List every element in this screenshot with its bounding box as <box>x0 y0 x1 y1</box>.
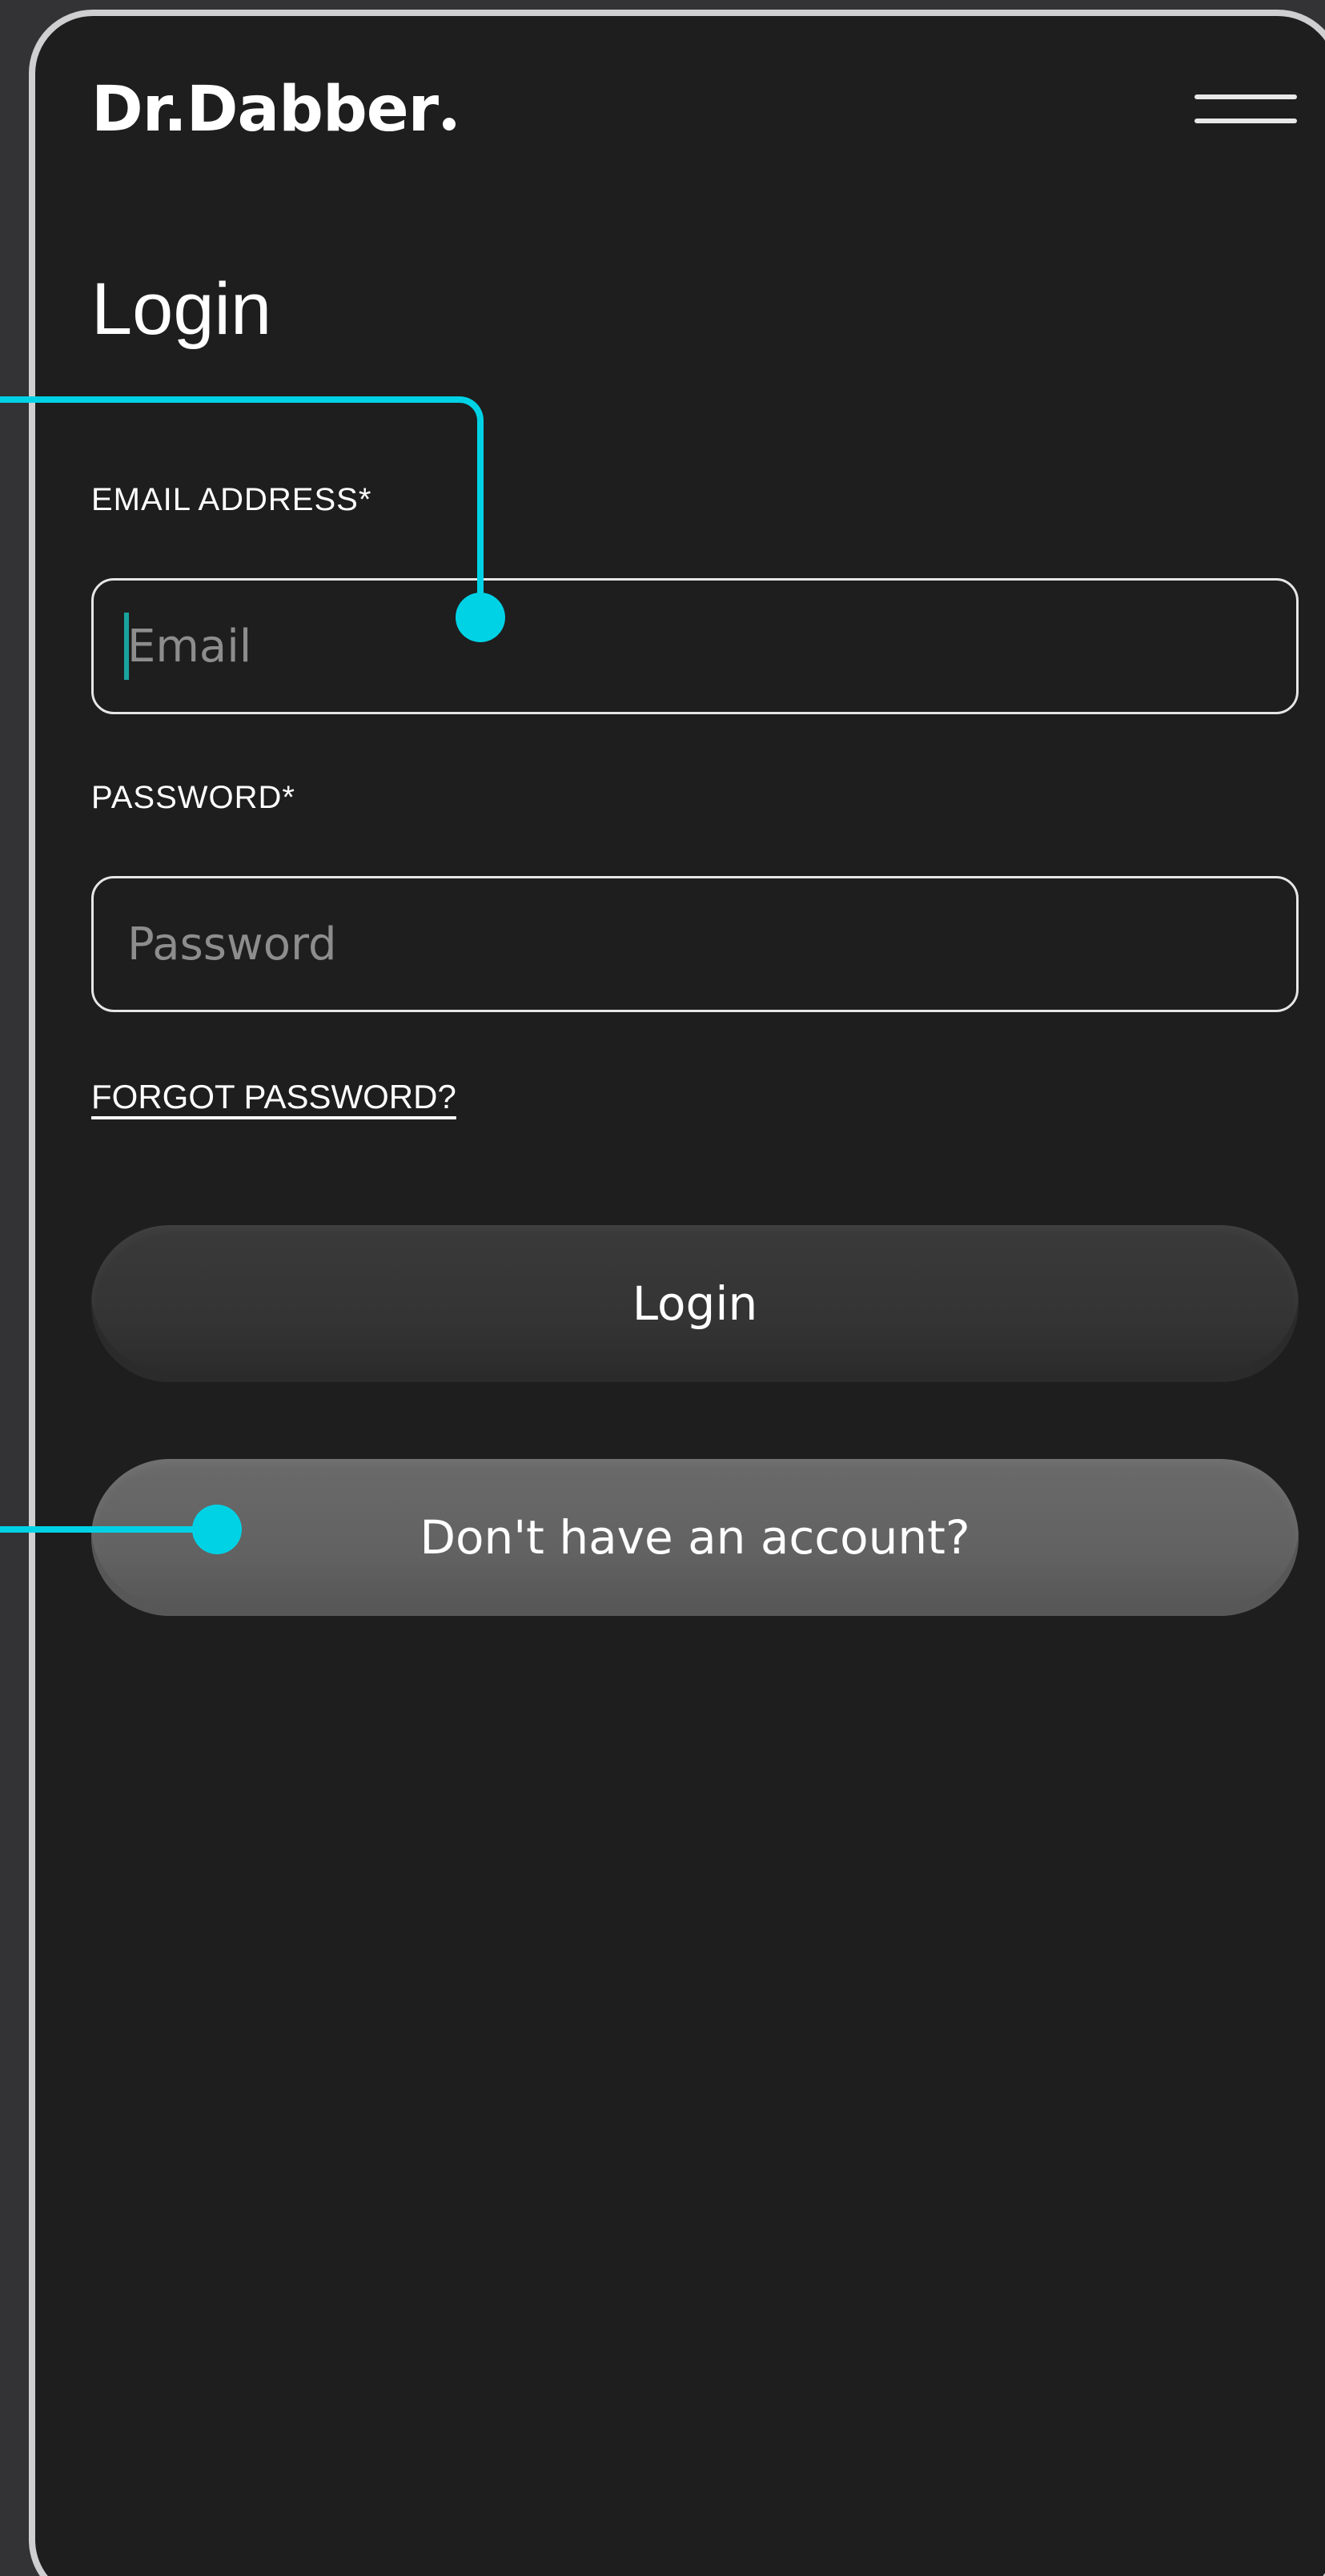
registered-mark-icon <box>443 118 456 131</box>
email-label: EMAIL ADDRESS* <box>91 482 372 517</box>
stage: Dr.Dabber Login EMAIL ADDRESS* PASSWORD*… <box>0 0 1325 2576</box>
email-field[interactable] <box>91 578 1299 714</box>
text-caret <box>124 613 129 680</box>
password-field[interactable] <box>91 876 1299 1012</box>
menu-line-bottom <box>1195 119 1297 123</box>
hamburger-menu-icon[interactable] <box>1195 94 1299 130</box>
forgot-password-link[interactable]: FORGOT PASSWORD? <box>91 1078 456 1116</box>
callout-signup-dot <box>192 1505 242 1554</box>
phone-frame: Dr.Dabber Login EMAIL ADDRESS* PASSWORD*… <box>29 10 1325 2576</box>
callout-email-horizontal <box>0 396 460 403</box>
brand-name: Dr.Dabber <box>91 74 439 146</box>
callout-email-vertical <box>477 432 484 615</box>
menu-line-top <box>1195 94 1297 99</box>
signup-button[interactable]: Don't have an account? <box>91 1459 1299 1616</box>
page-title: Login <box>91 268 272 350</box>
callout-signup-horizontal <box>0 1526 216 1533</box>
callout-email-dot <box>456 593 505 642</box>
login-button[interactable]: Login <box>91 1225 1299 1382</box>
password-label: PASSWORD* <box>91 780 295 815</box>
brand-logo[interactable]: Dr.Dabber <box>91 78 456 141</box>
